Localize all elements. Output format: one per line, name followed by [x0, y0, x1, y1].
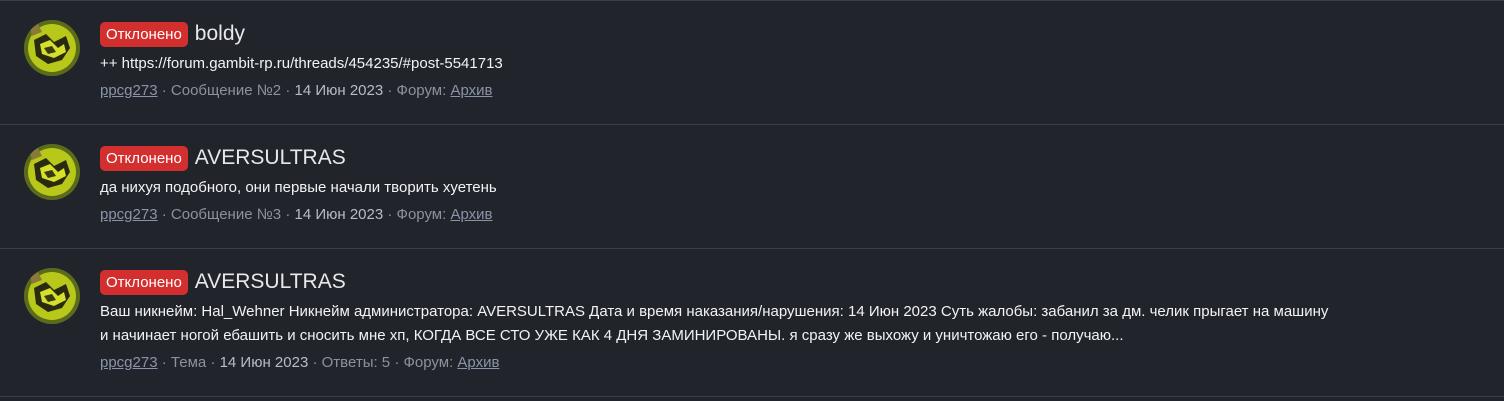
post-snippet[interactable]: ++ https://forum.gambit-rp.ru/threads/45… [100, 52, 1484, 76]
meta-separator: · [161, 82, 167, 99]
post-type: Сообщение №3 [170, 206, 282, 223]
avatar-image-icon [24, 20, 80, 76]
status-badge[interactable]: Отклонено [100, 21, 188, 47]
post-date: 14 Июн 2023 [294, 82, 384, 99]
meta-separator: · [161, 206, 167, 223]
forum-label: Форум: [396, 82, 447, 99]
forum-link[interactable]: Архив [457, 354, 499, 371]
author-link[interactable]: ppcg273 [100, 354, 158, 371]
status-badge[interactable]: Отклонено [100, 269, 188, 295]
thread-title-link[interactable]: AVERSULTRAS [195, 144, 346, 172]
snippet-line: Ваш никнейм: Hal_Wehner Никнейм админист… [100, 303, 1329, 320]
post-date: 14 Июн 2023 [219, 354, 309, 371]
post-type: Сообщение №2 [170, 82, 282, 99]
meta-separator: · [210, 354, 216, 371]
thread-snippet[interactable]: Ваш никнейм: Hal_Wehner Никнейм админист… [100, 300, 1484, 348]
snippet-line: и начинает ногой ебашить и сносить мне х… [100, 327, 1124, 344]
post-date: 14 Июн 2023 [294, 206, 384, 223]
forum-label: Форум: [403, 354, 454, 371]
meta-separator: · [161, 354, 167, 371]
forum-label: Форум: [396, 206, 447, 223]
meta-separator: · [312, 354, 318, 371]
avatar[interactable] [24, 144, 80, 200]
forum-link[interactable]: Архив [450, 82, 492, 99]
thread-title-link[interactable]: AVERSULTRAS [195, 268, 346, 296]
avatar-image-icon [24, 144, 80, 200]
replies-count: Ответы: 5 [321, 354, 391, 371]
meta-separator: · [394, 354, 400, 371]
result-meta: ppcg273 · Сообщение №3 · 14 Июн 2023 · Ф… [100, 204, 1484, 226]
search-results-list: Отклонено boldy ++ https://forum.gambit-… [0, 0, 1504, 401]
result-meta: ppcg273 · Сообщение №2 · 14 Июн 2023 · Ф… [100, 80, 1484, 102]
status-badge[interactable]: Отклонено [100, 145, 188, 171]
avatar[interactable] [24, 20, 80, 76]
result-item: Отклонено AVERSULTRAS Ваш никнейм: Hal_W… [0, 249, 1504, 397]
author-link[interactable]: ppcg273 [100, 82, 158, 99]
meta-separator: · [285, 82, 291, 99]
author-link[interactable]: ppcg273 [100, 206, 158, 223]
meta-separator: · [387, 206, 393, 223]
meta-separator: · [387, 82, 393, 99]
result-meta: ppcg273 · Тема · 14 Июн 2023 · Ответы: 5… [100, 352, 1484, 374]
meta-separator: · [285, 206, 291, 223]
result-item: Отклонено boldy ++ https://forum.gambit-… [0, 1, 1504, 125]
post-snippet[interactable]: да нихуя подобного, они первые начали тв… [100, 176, 1484, 200]
avatar-image-icon [24, 268, 80, 324]
forum-link[interactable]: Архив [450, 206, 492, 223]
thread-title-link[interactable]: boldy [195, 20, 245, 48]
avatar[interactable] [24, 268, 80, 324]
post-type: Тема [170, 354, 207, 371]
result-item: Отклонено AVERSULTRAS да нихуя подобного… [0, 125, 1504, 249]
